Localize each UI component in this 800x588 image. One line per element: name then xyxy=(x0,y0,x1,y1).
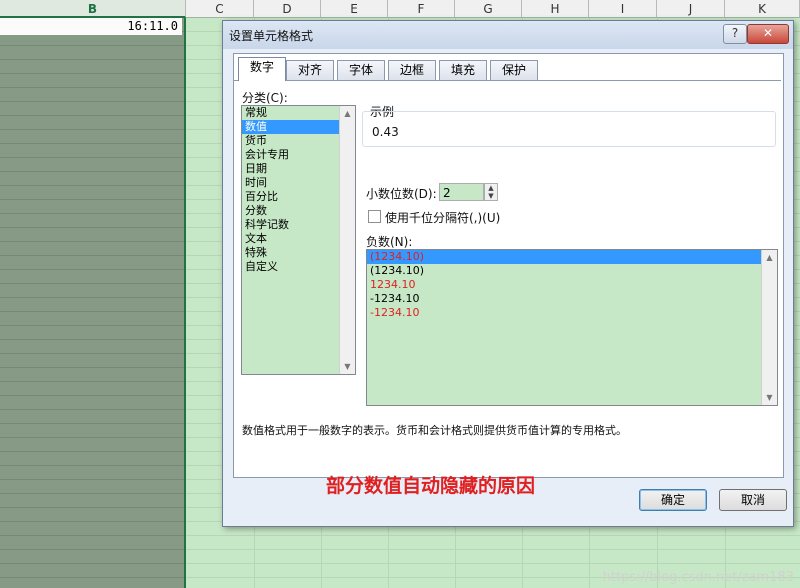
negative-numbers-list[interactable]: (1234.10) (1234.10) 1234.10 -1234.10 -12… xyxy=(366,249,778,406)
spin-up-icon[interactable]: ▲ xyxy=(485,184,497,192)
format-description: 数值格式用于一般数字的表示。货币和会计格式则提供货币值计算的专用格式。 xyxy=(242,424,627,437)
tab-fill[interactable]: 填充 xyxy=(439,60,487,80)
negative-option[interactable]: -1234.10 xyxy=(367,306,777,320)
decimal-places-input[interactable]: 2 xyxy=(439,183,484,201)
column-header-f[interactable]: F xyxy=(388,0,455,18)
ok-button[interactable]: 确定 xyxy=(639,489,707,511)
column-header-c[interactable]: C xyxy=(186,0,254,18)
decimal-places-spinner[interactable]: ▲ ▼ xyxy=(484,183,498,201)
category-label: 分类(C): xyxy=(242,91,288,105)
red-annotation: 部分数值自动隐藏的原因 xyxy=(326,475,536,497)
category-scrollbar[interactable]: ▲ ▼ xyxy=(339,106,355,374)
tab-font[interactable]: 字体 xyxy=(337,60,385,80)
negative-option[interactable]: (1234.10) xyxy=(367,264,777,278)
tab-number[interactable]: 数字 xyxy=(238,57,286,81)
spin-down-icon[interactable]: ▼ xyxy=(485,192,497,200)
negative-scrollbar[interactable]: ▲ ▼ xyxy=(761,250,777,405)
thousands-separator-label[interactable]: 使用千位分隔符(,)(U) xyxy=(385,209,500,226)
negative-option[interactable]: 1234.10 xyxy=(367,278,777,292)
cancel-button[interactable]: 取消 xyxy=(719,489,787,511)
column-header-e[interactable]: E xyxy=(321,0,388,18)
column-header-g[interactable]: G xyxy=(455,0,522,18)
tab-border[interactable]: 边框 xyxy=(388,60,436,80)
scroll-down-icon[interactable]: ▼ xyxy=(762,390,777,405)
tab-alignment[interactable]: 对齐 xyxy=(286,60,334,80)
watermark: https://blog.csdn.net/zam183 xyxy=(602,570,794,585)
close-button[interactable]: ✕ xyxy=(747,24,789,44)
scroll-up-icon[interactable]: ▲ xyxy=(340,106,355,121)
dialog-title: 设置单元格格式 xyxy=(229,29,314,43)
negative-numbers-label: 负数(N): xyxy=(366,235,413,249)
selected-column-b[interactable] xyxy=(0,18,186,588)
tab-protection[interactable]: 保护 xyxy=(490,60,538,80)
decimal-places-label: 小数位数(D): xyxy=(366,187,437,201)
column-header-b[interactable]: B xyxy=(0,0,186,18)
number-tab-panel: 分类(C): 常规 数值 货币 会计专用 日期 时间 百分比 分数 科学记数 文… xyxy=(234,80,781,497)
column-header-j[interactable]: J xyxy=(657,0,725,18)
format-cells-dialog: 设置单元格格式 ? ✕ 数字 对齐 字体 边框 填充 保护 分类(C): 常规 … xyxy=(222,20,794,527)
help-button[interactable]: ? xyxy=(723,24,747,44)
dialog-content: 数字 对齐 字体 边框 填充 保护 分类(C): 常规 数值 货币 会计专用 日… xyxy=(233,53,784,497)
scroll-down-icon[interactable]: ▼ xyxy=(340,359,355,374)
negative-option[interactable]: -1234.10 xyxy=(367,292,777,306)
column-header-h[interactable]: H xyxy=(522,0,589,18)
negative-option-selected[interactable]: (1234.10) xyxy=(367,250,777,264)
sample-box: 0.43 xyxy=(362,111,776,147)
sample-value: 0.43 xyxy=(372,125,399,139)
thousands-separator-checkbox[interactable] xyxy=(368,210,381,223)
scroll-up-icon[interactable]: ▲ xyxy=(762,250,777,265)
column-header-i[interactable]: I xyxy=(589,0,657,18)
category-list[interactable]: 常规 数值 货币 会计专用 日期 时间 百分比 分数 科学记数 文本 特殊 自定… xyxy=(241,105,356,375)
cell-b1[interactable]: 16:11.0 xyxy=(0,18,182,35)
dialog-titlebar[interactable]: 设置单元格格式 ? ✕ xyxy=(223,21,793,49)
column-header-k[interactable]: K xyxy=(725,0,800,18)
column-header-d[interactable]: D xyxy=(254,0,321,18)
